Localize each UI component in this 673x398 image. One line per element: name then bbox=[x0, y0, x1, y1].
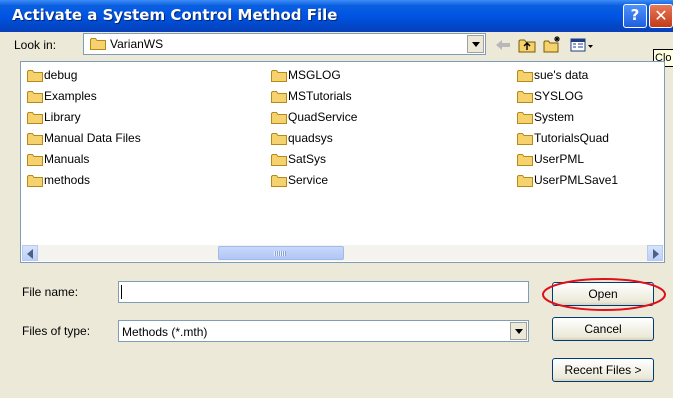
folder-icon bbox=[27, 175, 43, 187]
file-list-item-label: quadsys bbox=[288, 131, 333, 145]
folder-icon bbox=[517, 70, 533, 82]
open-button[interactable]: Open bbox=[552, 282, 654, 306]
file-list-item-label: Manuals bbox=[44, 152, 90, 166]
folder-icon bbox=[27, 91, 43, 103]
file-list-item-label: SatSys bbox=[288, 152, 327, 166]
file-name-input[interactable] bbox=[118, 281, 529, 303]
back-arrow-icon[interactable] bbox=[493, 35, 513, 55]
look-in-label: Look in: bbox=[14, 38, 57, 52]
folder-icon bbox=[90, 38, 106, 50]
file-list-item-label: Examples bbox=[44, 89, 97, 103]
folder-icon bbox=[27, 133, 43, 145]
help-button[interactable]: ? bbox=[623, 4, 647, 28]
file-type-value: Methods (*.mth) bbox=[122, 325, 208, 339]
folder-icon bbox=[517, 175, 533, 187]
title-bar: Activate a System Control Method File ? … bbox=[0, 0, 673, 32]
cancel-button-label: Cancel bbox=[584, 322, 622, 336]
file-list-item-label: methods bbox=[44, 173, 91, 187]
file-list-item-label: SYSLOG bbox=[534, 89, 584, 103]
file-list-item-label: Library bbox=[44, 110, 81, 124]
file-list-item-label: QuadService bbox=[288, 110, 358, 124]
cancel-button[interactable]: Cancel bbox=[552, 317, 654, 341]
scroll-left-arrow-icon[interactable] bbox=[22, 245, 38, 261]
new-folder-icon[interactable] bbox=[542, 35, 562, 55]
folder-icon bbox=[271, 175, 287, 187]
file-list-item-label: MSGLOG bbox=[288, 68, 341, 82]
up-folder-icon[interactable] bbox=[517, 35, 537, 55]
scroll-right-arrow-icon[interactable] bbox=[647, 245, 663, 261]
file-list-item-label: debug bbox=[44, 68, 78, 82]
text-caret bbox=[121, 285, 122, 299]
recent-files-button[interactable]: Recent Files > bbox=[552, 358, 654, 382]
file-list-item-label: TutorialsQuad bbox=[534, 131, 609, 145]
folder-icon bbox=[27, 154, 43, 166]
chevron-down-icon[interactable] bbox=[510, 322, 527, 340]
look-in-dropdown[interactable]: VarianWS bbox=[83, 33, 486, 55]
folder-icon bbox=[27, 112, 43, 124]
folder-icon bbox=[517, 154, 533, 166]
file-list-item-label: UserPMLSave1 bbox=[534, 173, 619, 187]
file-type-label: Files of type: bbox=[22, 324, 91, 338]
chevron-down-icon[interactable] bbox=[467, 35, 484, 53]
file-list-item-label: System bbox=[534, 110, 575, 124]
close-button[interactable]: ✕ bbox=[649, 4, 673, 28]
folder-icon bbox=[271, 154, 287, 166]
scroll-thumb[interactable] bbox=[218, 246, 344, 260]
open-button-label: Open bbox=[588, 287, 618, 301]
horizontal-scrollbar[interactable] bbox=[22, 245, 663, 261]
folder-icon bbox=[517, 133, 533, 145]
folder-icon bbox=[271, 133, 287, 145]
folder-icon bbox=[271, 112, 287, 124]
file-list-item-label: Manual Data Files bbox=[44, 131, 141, 145]
file-list-item-label: Service bbox=[288, 173, 329, 187]
folder-icon bbox=[271, 70, 287, 82]
folder-icon bbox=[517, 91, 533, 103]
file-name-label: File name: bbox=[22, 285, 79, 299]
file-list[interactable]: debug Examples Library Manual Data Files Man… bbox=[20, 61, 665, 263]
file-list-item-label: sue's data bbox=[534, 68, 589, 82]
look-in-value: VarianWS bbox=[110, 37, 164, 51]
file-type-select[interactable]: Methods (*.mth) bbox=[118, 320, 529, 342]
folder-icon bbox=[27, 70, 43, 82]
window-title: Activate a System Control Method File bbox=[12, 6, 338, 24]
folder-icon bbox=[271, 91, 287, 103]
file-list-item-label: MSTutorials bbox=[288, 89, 352, 103]
recent-files-button-label: Recent Files > bbox=[564, 363, 642, 377]
folder-icon bbox=[517, 112, 533, 124]
file-list-item-label: UserPML bbox=[534, 152, 585, 166]
view-menu-icon[interactable] bbox=[569, 35, 595, 55]
